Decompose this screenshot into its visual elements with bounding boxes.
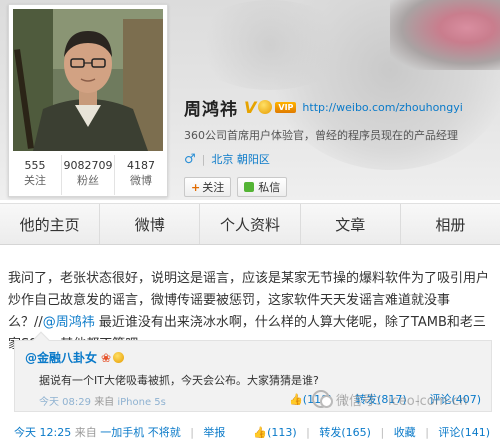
quoted-source-prefix: 来自 [94,397,115,408]
name-row: 周鸿祎 V VIP http://weibo.com/zhouhongyi [184,96,500,120]
post-actions: 👍(113) | 转发(165) | 收藏 | 评论(141) [253,424,490,440]
homepage-link[interactable]: http://weibo.com/zhouhongyi [302,101,462,114]
divider: | [201,152,206,166]
stat-label: 关注 [24,174,46,187]
quoted-author: @金融八卦女 ❀ [25,349,125,366]
divider: | [380,426,385,439]
profile-stats: 555 关注 9082709 粉丝 4187 微博 [9,155,167,195]
message-icon [244,182,255,192]
post-time[interactable]: 今天 12:25 [14,426,71,439]
profile-tabs: 他的主页 微博 个人资料 文章 相册 [0,203,500,245]
quoted-meta: 今天 08:29 来自 iPhone 5s [39,393,166,408]
location-link[interactable]: 北京 朝阳区 [211,151,270,167]
stat-value: 9082709 [63,159,113,172]
post-favorite-link[interactable]: 收藏 [394,426,416,439]
verified-icon[interactable]: V [244,98,256,117]
post-meta: 今天 12:25 来自 一加手机 不将就 | 举报 [14,424,225,440]
tab-weibo[interactable]: 微博 [100,204,201,244]
post-repost-link[interactable]: 转发(165) [319,426,371,439]
divider: | [425,426,429,439]
location-row: ♂ | 北京 朝阳区 [184,151,500,167]
avatar[interactable] [13,9,163,151]
message-button[interactable]: 私信 [237,177,288,197]
avatar-photo [13,9,163,151]
watermark-text: 微信号：iceo-com-cn [336,393,468,409]
profile-bio: 360公司首席用户体验官，曾经的程序员现在的产品经理 [184,129,458,142]
quoted-time[interactable]: 今天 08:29 [39,397,91,408]
stat-posts[interactable]: 4187 微博 [115,155,167,195]
action-buttons: + 关注 私信 [184,177,500,197]
stat-following[interactable]: 555 关注 [9,155,62,195]
wechat-watermark: 微信号：iceo-com-cn [312,387,492,411]
male-icon: ♂ [184,151,196,167]
wechat-icon [312,390,333,408]
profile-card: 555 关注 9082709 粉丝 4187 微博 [8,4,168,197]
like-icon[interactable]: 👍 [253,426,267,439]
stat-label: 粉丝 [77,174,99,187]
stat-value: 4187 [127,159,155,172]
tab-profile[interactable]: 个人资料 [200,204,301,244]
message-button-label: 私信 [258,181,281,194]
post-like-count[interactable]: (113) [267,426,297,439]
mention-link[interactable]: @周鸿祎 [43,315,95,330]
vip-badge[interactable]: VIP [275,101,297,113]
divider: | [190,426,194,439]
quoted-author-link[interactable]: @金融八卦女 [25,349,97,366]
post-source-prefix: 来自 [74,426,97,439]
profile-info: 周鸿祎 V VIP http://weibo.com/zhouhongyi 36… [184,96,500,197]
tab-album[interactable]: 相册 [401,204,500,244]
divider: | [306,426,310,439]
stat-followers[interactable]: 9082709 粉丝 [62,155,115,195]
follow-button[interactable]: + 关注 [184,177,232,197]
quoted-source-link[interactable]: iPhone 5s [117,397,166,408]
cover-bokeh [190,0,350,90]
stat-label: 微博 [130,174,152,187]
flower-icon: ❀ [101,350,112,365]
cover-cat-image [390,0,500,70]
plus-icon: + [191,180,201,194]
tab-articles[interactable]: 文章 [301,204,401,244]
tab-home[interactable]: 他的主页 [0,204,101,244]
follow-button-label: 关注 [202,181,225,194]
like-icon[interactable]: 👍 [289,393,303,406]
report-link[interactable]: 举报 [203,426,225,439]
profile-name: 周鸿祎 [184,99,238,120]
quoted-text: 据说有一个IT大佬吸毒被抓，今天会公布。大家猜猜是谁? [39,374,319,387]
post-source-link[interactable]: 一加手机 不将就 [100,426,181,439]
post-comment-link[interactable]: 评论(141) [438,426,490,439]
stat-value: 555 [24,159,46,172]
medal-icon[interactable] [258,100,273,114]
medal-icon [113,352,125,363]
